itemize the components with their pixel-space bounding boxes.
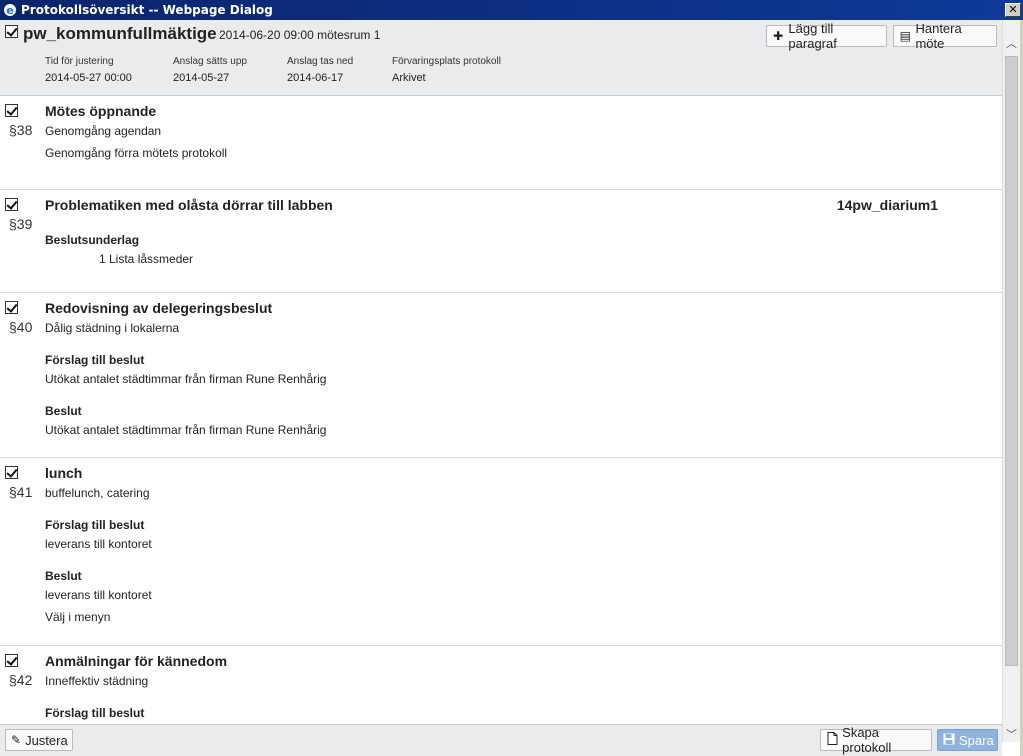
menu-hint-text: Välj i menyn xyxy=(45,610,111,624)
footer-toolbar: ✎ Justera Skapa protokoll Spara xyxy=(0,724,1002,756)
create-protocol-label: Skapa protokoll xyxy=(842,725,892,755)
paragraph-list: §38 Mötes öppnande Genomgång agendan Gen… xyxy=(0,96,1002,724)
scrollbar-thumb[interactable] xyxy=(1005,56,1018,666)
save-button[interactable]: Spara xyxy=(937,729,998,751)
decision-text: Utökat antalet städtimmar från firman Ru… xyxy=(45,423,327,437)
adjust-button[interactable]: ✎ Justera xyxy=(5,729,73,751)
proposal-heading: Förslag till beslut xyxy=(45,706,145,720)
paragraph-title: Anmälningar för kännedom xyxy=(45,653,228,669)
field-notice-removed: Anslag tas ned 2014-06-17 xyxy=(287,56,353,84)
attachment-link[interactable]: 1 Lista låssmeder xyxy=(45,252,945,266)
decision-heading: Beslut xyxy=(45,569,82,583)
paragraph-description: Inneffektiv städning xyxy=(45,674,149,688)
meeting-datetime-room: 2014-06-20 09:00 mötesrum 1 xyxy=(219,28,381,42)
paragraph-title: Redovisning av delegeringsbeslut xyxy=(45,300,273,316)
scroll-up-icon[interactable]: ︿ xyxy=(1003,34,1020,51)
paragraph-39[interactable]: §39 14pw_diarium1 Problematiken med olås… xyxy=(0,190,1002,293)
proposal-heading: Förslag till beslut xyxy=(45,518,145,532)
floppy-disk-icon xyxy=(943,733,955,748)
paragraph-line: Genomgång agendan xyxy=(45,124,162,138)
meeting-select-checkbox[interactable] xyxy=(5,25,18,38)
paragraph-description: Dålig städning i lokalerna xyxy=(45,321,180,335)
paragraph-title: Problematiken med olåsta dörrar till lab… xyxy=(45,197,333,213)
add-paragraph-button[interactable]: ✚ Lägg till paragraf xyxy=(766,21,887,51)
paragraph-number: §41 xyxy=(9,484,33,500)
paragraph-number: §39 xyxy=(9,216,33,232)
paragraph-checkbox[interactable] xyxy=(5,466,18,479)
pencil-icon: ✎ xyxy=(11,733,22,747)
paragraph-title: lunch xyxy=(45,465,83,481)
window-titlebar: e Protokollsöversikt -- Webpage Dialog ✕ xyxy=(0,0,1023,20)
field-label: Anslag tas ned xyxy=(287,56,354,67)
field-label: Tid för justering xyxy=(45,56,114,67)
paragraph-38[interactable]: §38 Mötes öppnande Genomgång agendan Gen… xyxy=(0,96,1002,190)
paragraph-checkbox[interactable] xyxy=(5,104,18,117)
field-label: Förvaringsplats protokoll xyxy=(392,56,501,67)
field-label: Anslag sätts upp xyxy=(173,56,247,67)
ie-icon: e xyxy=(2,2,18,18)
vertical-scrollbar[interactable]: ︿ ﹀ xyxy=(1002,20,1020,742)
document-icon xyxy=(826,732,838,748)
close-icon[interactable]: ✕ xyxy=(1005,3,1021,17)
manage-meeting-button[interactable]: ▤ Hantera möte xyxy=(893,21,997,51)
paragraph-42[interactable]: §42 Anmälningar för kännedom Inneffektiv… xyxy=(0,646,1002,724)
paragraph-checkbox[interactable] xyxy=(5,198,18,211)
paragraph-description: buffelunch, catering xyxy=(45,486,150,500)
plus-icon: ✚ xyxy=(773,29,784,43)
add-paragraph-label: Lägg till paragraf xyxy=(788,21,837,51)
paragraph-title: Mötes öppnande xyxy=(45,103,157,119)
decision-text: leverans till kontoret xyxy=(45,588,152,602)
paragraph-number: §42 xyxy=(9,672,33,688)
field-adjustment-time: Tid för justering 2014-05-27 00:00 xyxy=(45,56,132,84)
meeting-header: pw_kommunfullmäktige 2014-06-20 09:00 mö… xyxy=(0,20,1002,96)
window-title: Protokollsöversikt -- Webpage Dialog xyxy=(21,3,273,17)
paragraph-41[interactable]: §41 lunch buffelunch, catering Förslag t… xyxy=(0,458,1002,646)
field-value: 2014-06-17 xyxy=(287,72,344,84)
proposal-heading: Förslag till beslut xyxy=(45,353,145,367)
manage-meeting-label: Hantera möte xyxy=(915,21,962,51)
paragraph-checkbox[interactable] xyxy=(5,654,18,667)
section-heading: Beslutsunderlag xyxy=(45,233,140,247)
paragraph-40[interactable]: §40 Redovisning av delegeringsbeslut Dål… xyxy=(0,293,1002,458)
field-protocol-storage: Förvaringsplats protokoll Arkivet xyxy=(392,56,501,84)
proposal-text: leverans till kontoret xyxy=(45,537,152,551)
field-value: Arkivet xyxy=(392,72,426,84)
list-icon: ▤ xyxy=(899,29,911,43)
svg-text:e: e xyxy=(6,4,13,17)
paragraph-line: Genomgång förra mötets protokoll xyxy=(45,146,228,160)
field-value: 2014-05-27 xyxy=(173,72,230,84)
paragraph-number: §40 xyxy=(9,319,33,335)
create-protocol-button[interactable]: Skapa protokoll xyxy=(820,725,932,755)
scroll-down-icon[interactable]: ﹀ xyxy=(1003,725,1020,742)
save-label: Spara xyxy=(959,732,994,748)
paragraph-number: §38 xyxy=(9,122,33,138)
field-value: 2014-05-27 00:00 xyxy=(45,72,132,84)
meeting-name: pw_kommunfullmäktige xyxy=(23,24,217,43)
adjust-label: Justera xyxy=(25,732,68,748)
decision-heading: Beslut xyxy=(45,404,82,418)
field-notice-posted: Anslag sätts upp 2014-05-27 xyxy=(173,56,247,84)
proposal-text: Utökat antalet städtimmar från firman Ru… xyxy=(45,372,327,386)
paragraph-checkbox[interactable] xyxy=(5,301,18,314)
